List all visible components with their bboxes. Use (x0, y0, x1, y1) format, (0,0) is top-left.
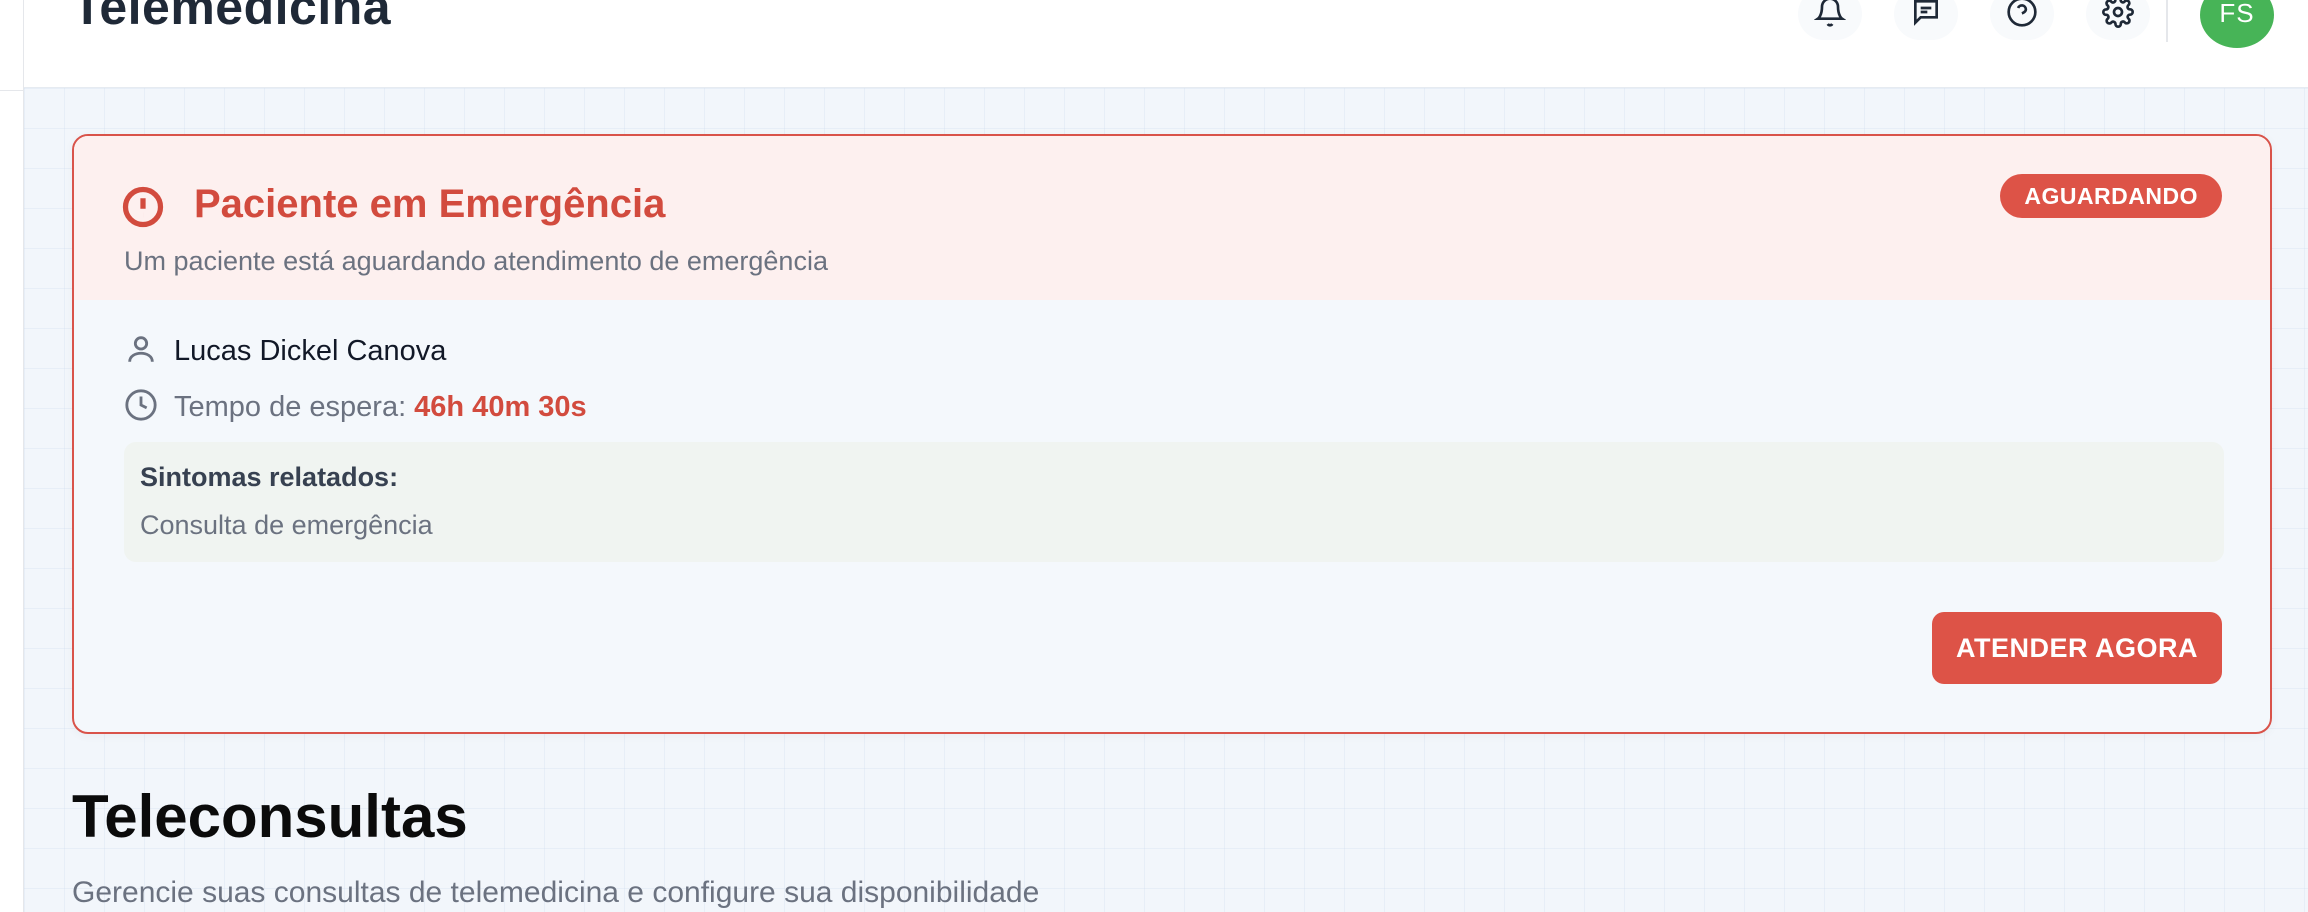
symptoms-label: Sintomas relatados: (140, 462, 399, 492)
messages-button[interactable] (1894, 0, 1958, 40)
top-header: Telemedicina FS (24, 0, 2308, 88)
emergency-subtitle: Um paciente está aguardando atendimento … (124, 246, 828, 276)
page-subtitle: Gerencie suas consultas de telemedicina … (72, 876, 1040, 909)
app-title: Telemedicina (72, 0, 392, 35)
patient-row: Lucas Dickel Canova (124, 332, 446, 371)
wait-time-row: Tempo de espera: 46h 40m 30s (124, 388, 587, 427)
emergency-card: Paciente em Emergência Um paciente está … (72, 134, 2272, 734)
gear-icon (2102, 0, 2134, 33)
help-icon (2006, 0, 2038, 33)
alert-circle-icon (122, 186, 164, 228)
header-divider (2166, 0, 2168, 42)
settings-button[interactable] (2086, 0, 2150, 40)
emergency-title: Paciente em Emergência (194, 182, 666, 226)
attend-now-button[interactable]: ATENDER AGORA (1932, 612, 2222, 684)
page-title: Teleconsultas (72, 783, 468, 850)
notifications-button[interactable] (1798, 0, 1862, 40)
user-avatar[interactable]: FS (2200, 0, 2274, 48)
help-button[interactable] (1990, 0, 2054, 40)
message-icon (1910, 0, 1942, 33)
clock-icon (124, 388, 174, 427)
emergency-card-header: Paciente em Emergência Um paciente está … (74, 136, 2270, 300)
user-icon (124, 332, 174, 371)
patient-name: Lucas Dickel Canova (174, 335, 447, 367)
left-sidebar-rail (0, 0, 24, 912)
symptoms-box: Sintomas relatados: Consulta de emergênc… (124, 442, 2224, 562)
bell-icon (1813, 0, 1847, 33)
wait-time-value: 46h 40m 30s (414, 391, 587, 423)
status-badge: AGUARDANDO (2000, 174, 2222, 218)
wait-time-label: Tempo de espera: (174, 391, 407, 423)
symptoms-text: Consulta de emergência (140, 510, 433, 540)
